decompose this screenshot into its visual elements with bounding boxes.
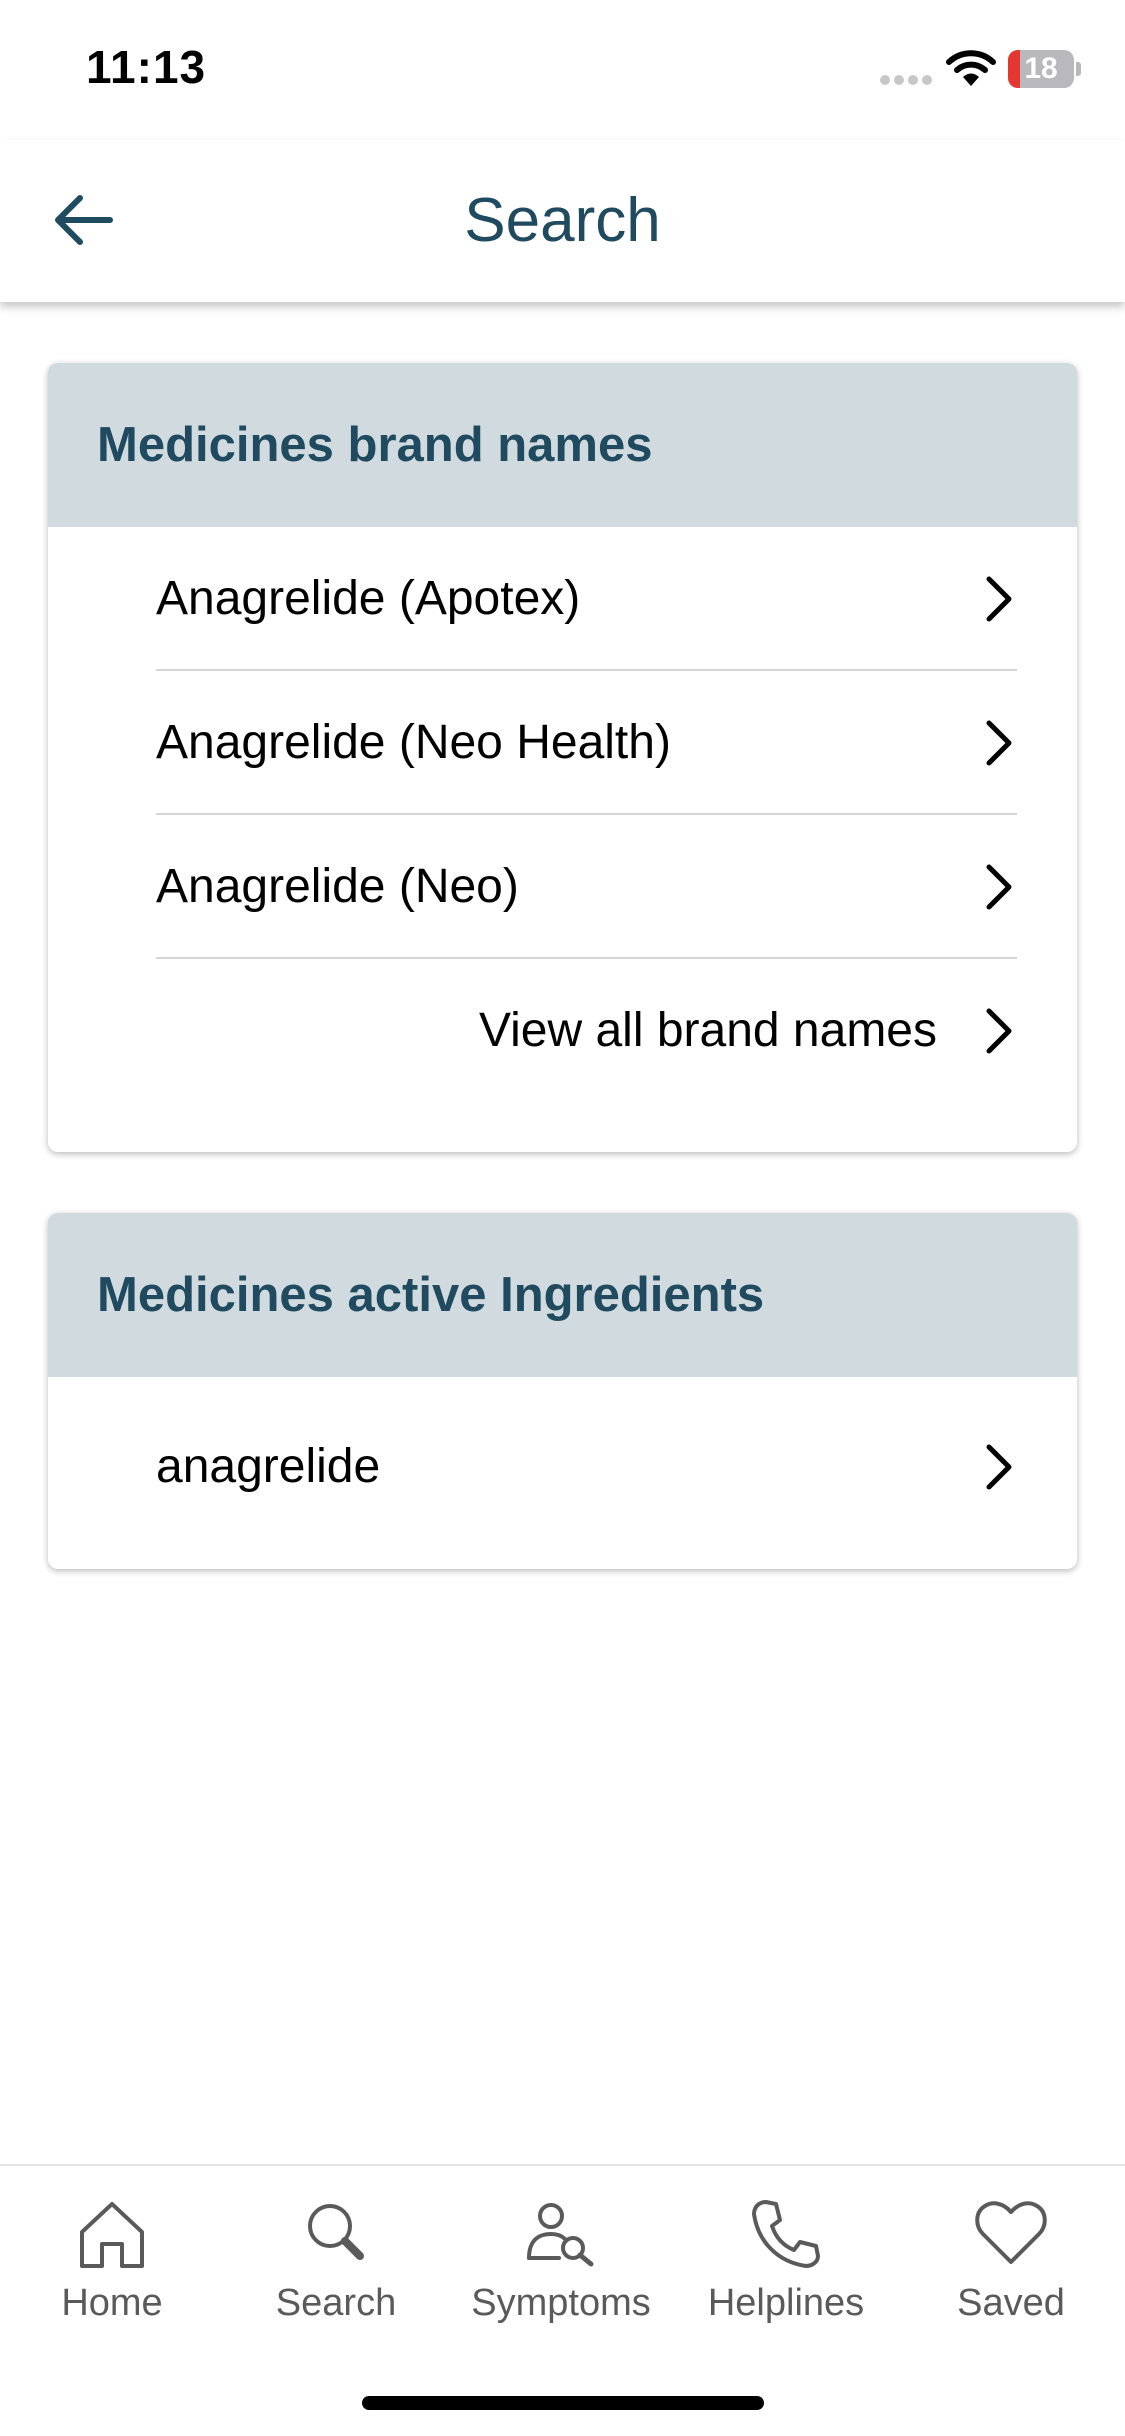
phone-icon — [752, 2200, 820, 2268]
chevron-right-icon — [986, 720, 1012, 766]
tab-search[interactable]: Search — [236, 2196, 436, 2346]
cellular-signal-icon — [880, 75, 934, 85]
home-icon — [80, 2202, 144, 2268]
home-indicator[interactable] — [362, 2396, 764, 2410]
chevron-right-icon — [986, 1008, 1012, 1054]
list-item[interactable]: Anagrelide (Neo) — [156, 815, 1017, 959]
status-bar: 11:13 18 — [0, 0, 1125, 140]
chevron-right-icon — [986, 1444, 1012, 1490]
chevron-right-icon — [986, 864, 1012, 910]
page-title: Search — [464, 186, 661, 255]
brand-names-card: Medicines brand names Anagrelide (Apotex… — [48, 363, 1077, 1152]
tab-label: Saved — [957, 2282, 1065, 2324]
back-button[interactable] — [44, 180, 124, 260]
app-header: Search — [0, 140, 1125, 302]
battery-icon: 18 — [1008, 50, 1082, 88]
tab-symptoms[interactable]: Symptoms — [461, 2196, 661, 2346]
search-results-screen: 11:13 18 Search Medicines brand names An… — [0, 0, 1125, 2436]
tab-helplines[interactable]: Helplines — [686, 2196, 886, 2346]
search-icon — [308, 2204, 364, 2260]
list-item-label: Anagrelide (Apotex) — [156, 572, 581, 625]
section-title-brand-names: Medicines brand names — [48, 363, 1077, 527]
list-item[interactable]: Anagrelide (Neo Health) — [156, 671, 1017, 815]
tab-label: Home — [61, 2282, 163, 2324]
heart-icon — [975, 2201, 1047, 2264]
arrow-left-icon — [55, 195, 113, 245]
list-item-label: Anagrelide (Neo) — [156, 860, 519, 913]
active-ingredients-card: Medicines active Ingredients anagrelide — [48, 1213, 1077, 1569]
tab-label: Helplines — [707, 2282, 865, 2324]
list-item[interactable]: Anagrelide (Apotex) — [156, 527, 1017, 671]
tab-label: Symptoms — [471, 2282, 651, 2324]
tab-saved[interactable]: Saved — [911, 2196, 1111, 2346]
view-all-brand-names-link[interactable]: View all brand names — [156, 959, 1017, 1103]
list-item-label: Anagrelide (Neo Health) — [156, 716, 671, 769]
list-item-label: anagrelide — [156, 1440, 381, 1493]
tab-home[interactable]: Home — [12, 2196, 212, 2346]
tab-label: Search — [275, 2282, 397, 2324]
section-title-active-ingredients: Medicines active Ingredients — [48, 1213, 1077, 1377]
symptoms-icon — [527, 2203, 594, 2267]
list-item[interactable]: anagrelide — [156, 1377, 1017, 1557]
view-all-label: View all brand names — [478, 1004, 937, 1057]
battery-level: 18 — [1024, 52, 1058, 85]
wifi-icon — [946, 50, 996, 86]
status-time: 11:13 — [86, 41, 207, 93]
chevron-right-icon — [986, 576, 1012, 622]
